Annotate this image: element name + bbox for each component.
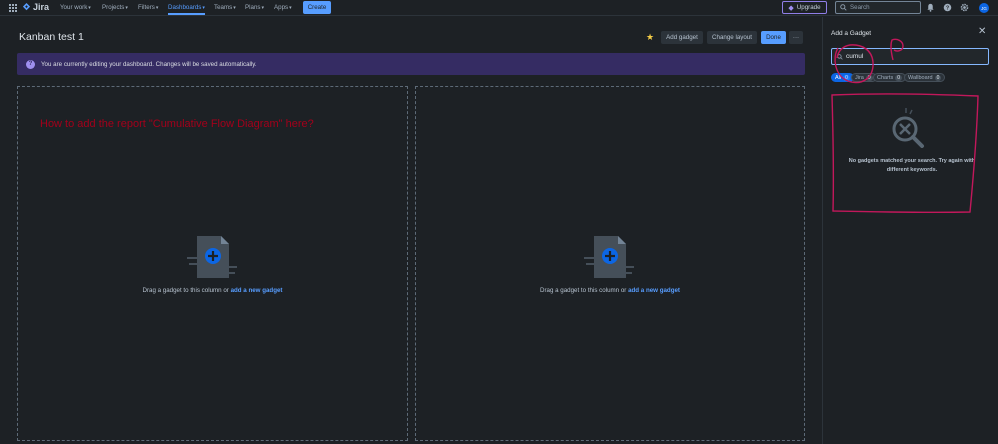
- upgrade-button[interactable]: ◆ Upgrade: [782, 1, 827, 14]
- add-gadget-panel: Add a Gadget ✕ cumul All 0 Jira 0 Charts 0 …: [822, 17, 998, 444]
- add-new-gadget-link[interactable]: add a new gadget: [628, 287, 680, 294]
- search-placeholder: Search: [850, 4, 870, 11]
- dashboard-column-1[interactable]: How to add the report "Cumulative Flow D…: [17, 86, 408, 441]
- done-button[interactable]: Done: [761, 31, 786, 44]
- nav-plans[interactable]: Plans▾: [245, 4, 264, 11]
- chevron-down-icon: ▾: [261, 5, 264, 11]
- add-gadget-document-icon: [584, 236, 634, 278]
- no-results-magnifier-icon: [892, 108, 924, 148]
- nav-projects[interactable]: Projects▾: [102, 4, 128, 11]
- user-avatar[interactable]: JG: [979, 3, 989, 13]
- panel-title: Add a Gadget: [831, 30, 872, 37]
- question-icon: ?: [26, 59, 35, 69]
- drop-instructions: Drag a gadget to this column or add a ne…: [540, 287, 680, 294]
- nav-dashboards[interactable]: Dashboards▾: [168, 4, 205, 15]
- star-icon[interactable]: ★: [646, 32, 654, 43]
- create-button[interactable]: Create: [303, 1, 331, 14]
- filter-wallboard[interactable]: Wallboard 0: [904, 73, 946, 82]
- chevron-down-icon: ▾: [233, 5, 236, 11]
- info-message: You are currently editing your dashboard…: [41, 60, 257, 68]
- logo-text: Jira: [33, 2, 50, 12]
- search-icon: [837, 53, 843, 60]
- change-layout-button[interactable]: Change layout: [707, 31, 757, 44]
- search-icon: [840, 4, 847, 11]
- top-navigation: Jira Your work▾ Projects▾ Filters▾ Dashb…: [0, 0, 998, 16]
- add-new-gadget-link[interactable]: add a new gadget: [231, 287, 283, 294]
- chevron-down-icon: ▾: [202, 5, 205, 11]
- more-actions-button[interactable]: ···: [789, 31, 803, 44]
- add-gadget-button[interactable]: Add gadget: [661, 31, 703, 44]
- editing-info-banner: ? You are currently editing your dashboa…: [17, 53, 805, 75]
- drop-instructions: Drag a gadget to this column or add a ne…: [142, 287, 283, 294]
- notifications-bell-icon[interactable]: [926, 3, 935, 12]
- close-icon[interactable]: ✕: [978, 27, 986, 37]
- gem-icon: ◆: [788, 4, 794, 12]
- chevron-down-icon: ▾: [88, 5, 91, 11]
- nav-filters[interactable]: Filters▾: [138, 4, 158, 11]
- app-switcher-icon[interactable]: [9, 4, 17, 12]
- add-gadget-document-icon: [186, 236, 237, 278]
- svg-text:?: ?: [946, 5, 949, 11]
- upgrade-label: Upgrade: [796, 4, 821, 11]
- nav-your-work[interactable]: Your work▾: [60, 4, 91, 11]
- help-icon[interactable]: ?: [943, 3, 952, 12]
- gadget-drop-zone: Drag a gadget to this column or add a ne…: [416, 234, 804, 294]
- jira-logo-icon: [22, 2, 31, 10]
- nav-apps[interactable]: Apps▾: [274, 4, 292, 11]
- jira-logo[interactable]: Jira: [22, 2, 49, 12]
- gadget-drop-zone: Drag a gadget to this column or add a ne…: [18, 234, 407, 294]
- dashboard-column-2[interactable]: Drag a gadget to this column or add a ne…: [415, 86, 805, 441]
- chevron-down-icon: ▾: [289, 5, 292, 11]
- nav-teams[interactable]: Teams▾: [214, 4, 236, 11]
- global-search-input[interactable]: Search: [835, 1, 921, 14]
- chevron-down-icon: ▾: [155, 5, 159, 11]
- filter-charts[interactable]: Charts 0: [873, 73, 906, 82]
- settings-gear-icon[interactable]: [960, 3, 969, 12]
- user-annotation-text: How to add the report "Cumulative Flow D…: [40, 118, 314, 130]
- search-value: cumul: [846, 53, 864, 60]
- chevron-down-icon: ▾: [125, 5, 128, 11]
- no-results-message: No gadgets matched your search. Try agai…: [848, 158, 976, 173]
- dashboard-title: Kanban test 1: [19, 31, 84, 43]
- gadget-search-input[interactable]: cumul: [831, 48, 989, 65]
